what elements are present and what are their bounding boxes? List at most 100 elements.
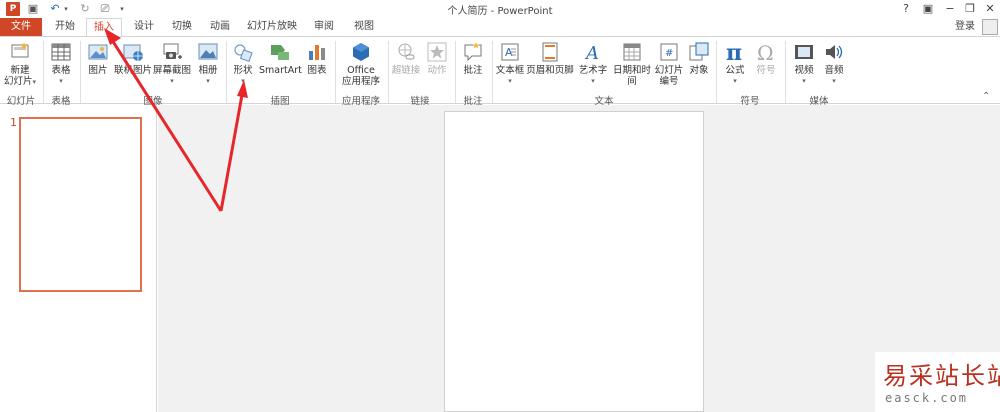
- header-footer-label: 页眉和页脚: [526, 65, 574, 76]
- ribbon: 新建 幻灯片▾ 幻灯片 表格 ▾ 表格 图片 联机图片 屏幕截图 ▾ 相册 ▾ 图像 …: [0, 36, 1000, 107]
- wordart-icon: A: [584, 43, 599, 63]
- slide-number-button[interactable]: # 幻灯片 编号: [652, 41, 686, 87]
- smartart-label: SmartArt: [259, 65, 302, 76]
- watermark-domain-text: easck.com: [885, 391, 969, 405]
- group-separator: [388, 41, 389, 103]
- slide-thumbnail[interactable]: [19, 117, 142, 292]
- help-button[interactable]: ?: [896, 1, 916, 17]
- new-slide-button[interactable]: 新建 幻灯片▾: [3, 41, 37, 88]
- shapes-label: 形状: [233, 65, 253, 76]
- video-button[interactable]: 视频 ▾: [790, 41, 818, 87]
- tab-animations[interactable]: 动画: [202, 18, 238, 36]
- tab-review[interactable]: 审阅: [306, 18, 342, 36]
- tab-insert[interactable]: 插入: [86, 18, 122, 37]
- svg-text:π: π: [726, 41, 742, 63]
- smartart-button[interactable]: SmartArt: [259, 41, 302, 76]
- minimize-icon[interactable]: −: [940, 1, 960, 17]
- site-watermark: 易采站长站 easck.com: [875, 352, 1000, 412]
- online-pictures-button[interactable]: 联机图片: [114, 41, 152, 76]
- audio-label: 音频: [824, 65, 844, 76]
- omega-symbol-icon: Ω: [757, 41, 774, 63]
- new-slide-label: 新建 幻灯片: [3, 65, 33, 87]
- comment-button[interactable]: 批注: [458, 41, 488, 76]
- object-label: 对象: [689, 65, 709, 76]
- pictures-button[interactable]: 图片: [84, 41, 112, 76]
- window-title: 个人简历 - PowerPoint: [447, 6, 553, 17]
- hyperlink-icon: [398, 43, 415, 60]
- date-time-button[interactable]: 日期和时间: [612, 41, 652, 87]
- photo-album-label: 相册: [198, 65, 218, 76]
- screenshot-label: 屏幕截图: [152, 65, 191, 76]
- collapse-ribbon-icon[interactable]: ⌃: [982, 91, 990, 102]
- office-apps-button[interactable]: Office 应用程序: [337, 41, 385, 87]
- shapes-icon: [234, 44, 253, 63]
- group-separator: [785, 41, 786, 103]
- tab-design[interactable]: 设计: [126, 18, 162, 36]
- symbol-button[interactable]: Ω 符号: [752, 41, 780, 76]
- object-icon: [689, 42, 709, 61]
- photo-album-button[interactable]: 相册 ▾: [194, 41, 222, 87]
- tab-slideshow[interactable]: 幻灯片放映: [244, 18, 300, 36]
- close-icon[interactable]: ✕: [980, 1, 1000, 17]
- symbol-label: 符号: [756, 65, 776, 76]
- object-button[interactable]: 对象: [686, 41, 712, 76]
- screenshot-button[interactable]: 屏幕截图 ▾: [152, 41, 192, 87]
- header-footer-button[interactable]: 页眉和页脚: [526, 41, 574, 76]
- wordart-dropdown-icon: ▾: [591, 77, 595, 85]
- picture-icon: [88, 44, 108, 60]
- audio-dropdown-icon: ▾: [832, 77, 836, 85]
- user-avatar-icon[interactable]: [982, 19, 998, 35]
- table-icon: [51, 43, 71, 61]
- restore-icon[interactable]: ❐: [960, 1, 980, 17]
- tab-file[interactable]: 文件: [0, 18, 42, 36]
- pictures-label: 图片: [88, 65, 108, 76]
- action-label: 动作: [427, 65, 447, 76]
- group-separator: [80, 41, 81, 103]
- sign-in-link[interactable]: 登录: [950, 18, 980, 36]
- ribbon-display-options-icon[interactable]: ▣: [918, 1, 938, 17]
- video-icon: [795, 45, 813, 59]
- chart-button[interactable]: 图表: [303, 41, 331, 76]
- smartart-icon: [271, 45, 289, 60]
- textbox-icon: A: [501, 43, 519, 61]
- wordart-button[interactable]: A 艺术字 ▾: [574, 41, 612, 87]
- action-star-icon: [427, 42, 447, 62]
- date-time-label: 日期和时间: [612, 65, 651, 87]
- wordart-label: 艺术字: [578, 65, 608, 76]
- office-apps-label: Office 应用程序: [341, 65, 380, 87]
- chart-icon: [309, 45, 325, 60]
- photo-album-dropdown-icon: ▾: [206, 77, 210, 85]
- shapes-button[interactable]: 形状 ▾: [229, 41, 257, 87]
- title-bar: P ▣ ↶ ▾ ↻ ⎚ ▾ 个人简历 - PowerPoint ? ▣ − ❐ …: [0, 0, 1000, 18]
- speaker-icon: [826, 45, 843, 59]
- hyperlink-button[interactable]: 超链接: [390, 41, 422, 76]
- hyperlink-label: 超链接: [391, 65, 421, 76]
- tab-transitions[interactable]: 切换: [164, 18, 200, 36]
- group-separator: [43, 41, 44, 103]
- action-button[interactable]: 动作: [424, 41, 450, 76]
- audio-button[interactable]: 音频 ▾: [820, 41, 848, 87]
- group-separator: [226, 41, 227, 103]
- group-separator: [455, 41, 456, 103]
- photo-album-icon: [198, 43, 218, 60]
- video-label: 视频: [794, 65, 814, 76]
- slide-number-label: 幻灯片 编号: [654, 65, 684, 87]
- textbox-dropdown-icon: ▾: [508, 77, 512, 85]
- comment-icon: [464, 42, 482, 62]
- table-button[interactable]: 表格 ▾: [47, 41, 75, 87]
- equation-dropdown-icon: ▾: [733, 77, 737, 85]
- textbox-button[interactable]: A 文本框 ▾: [494, 41, 526, 87]
- chart-label: 图表: [307, 65, 327, 76]
- slide-canvas[interactable]: [444, 111, 704, 412]
- tab-view[interactable]: 视图: [346, 18, 382, 36]
- watermark-chinese-text: 易采站长站: [883, 362, 1000, 390]
- table-dropdown-icon: ▾: [59, 77, 63, 85]
- new-slide-icon: [11, 42, 29, 58]
- svg-text:A: A: [584, 43, 599, 63]
- equation-button[interactable]: π 公式 ▾: [720, 41, 750, 87]
- shapes-dropdown-icon: ▾: [241, 77, 245, 85]
- group-separator: [716, 41, 717, 103]
- tab-home[interactable]: 开始: [46, 18, 84, 36]
- online-picture-icon: [123, 44, 143, 61]
- header-footer-icon: [542, 42, 558, 62]
